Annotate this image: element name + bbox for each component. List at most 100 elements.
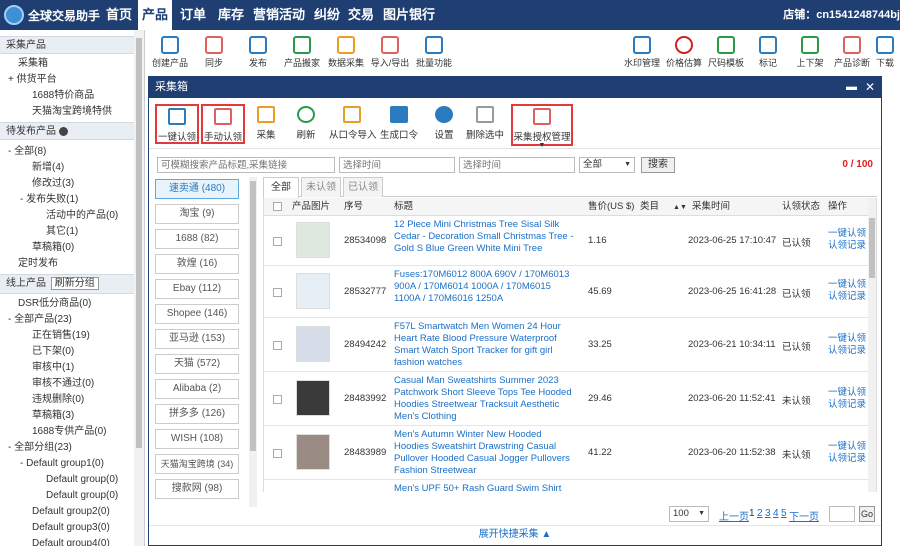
expand-quick-collect[interactable]: 展开快捷采集 ▲ xyxy=(149,525,881,545)
nav-image-bank[interactable]: 图片银行 xyxy=(380,0,438,30)
table-scrollbar[interactable] xyxy=(868,198,876,492)
bg-tool-size[interactable]: 尺码模板 xyxy=(706,36,746,69)
nav-orders[interactable]: 订单 xyxy=(176,0,210,30)
product-thumbnail[interactable] xyxy=(296,222,330,258)
bg-tool-price[interactable]: 价格估算 xyxy=(664,36,704,69)
sidebar-item-group-a[interactable]: Default group(0) xyxy=(0,472,135,488)
sidebar-item-all-groups[interactable]: - 全部分组(23) xyxy=(0,440,135,456)
sidebar-item-1688[interactable]: 1688特价商品 xyxy=(0,88,135,104)
row-title-link[interactable]: F57L Smartwatch Men Women 24 Hour Heart … xyxy=(394,321,576,369)
collect-auth-button[interactable]: 采集授权管理 ▼ xyxy=(511,104,573,149)
sidebar-item-draft[interactable]: 草稿箱(0) xyxy=(0,240,135,256)
bg-tool-import[interactable]: 导入/导出 xyxy=(370,36,410,69)
start-date-input[interactable] xyxy=(339,157,455,173)
platform-amazon[interactable]: 亚马逊 (153) xyxy=(155,329,239,349)
row-checkbox[interactable] xyxy=(273,449,282,458)
sidebar-item-group1[interactable]: - Default group1(0) xyxy=(0,456,135,472)
sidebar-item-collect-box[interactable]: 采集箱 xyxy=(0,56,135,72)
bg-tool-create[interactable]: 创建产品 xyxy=(150,36,190,69)
row-checkbox[interactable] xyxy=(273,341,282,350)
platform-dhgate[interactable]: 敦煌 (16) xyxy=(155,254,239,274)
bg-tool-data[interactable]: 数据采集 xyxy=(326,36,366,69)
settings-button[interactable]: 设置 xyxy=(427,104,461,144)
platform-soukuan[interactable]: 搜款网 (98) xyxy=(155,479,239,499)
page-4[interactable]: 4 xyxy=(773,508,779,519)
sidebar-item-review[interactable]: 审核中(1) xyxy=(0,360,135,376)
sidebar-item-group4[interactable]: Default group4(0) xyxy=(0,536,135,546)
platform-scroll-thumb[interactable] xyxy=(250,181,256,451)
sidebar-item-all[interactable]: - 全部(8) xyxy=(0,144,135,160)
nav-marketing[interactable]: 营销活动 xyxy=(250,0,308,30)
platform-pinduoduo[interactable]: 拼多多 (126) xyxy=(155,404,239,424)
page-2[interactable]: 2 xyxy=(757,508,763,519)
product-thumbnail[interactable] xyxy=(296,380,330,416)
bg-tool-batch[interactable]: 批量功能 xyxy=(414,36,454,69)
bg-tool-watermark[interactable]: 水印管理 xyxy=(622,36,662,69)
row-checkbox[interactable] xyxy=(273,237,282,246)
page-size-select[interactable]: 100 ▼ xyxy=(669,506,709,522)
end-date-input[interactable] xyxy=(459,157,575,173)
tab-all[interactable]: 全部 xyxy=(263,177,299,198)
row-claim-link[interactable]: 一键认领 xyxy=(828,441,866,453)
sidebar-item-rejected[interactable]: 审核不通过(0) xyxy=(0,376,135,392)
minimize-icon[interactable]: ▬ xyxy=(846,77,857,98)
page-5[interactable]: 5 xyxy=(781,508,787,519)
platform-taobao[interactable]: 淘宝 (9) xyxy=(155,204,239,224)
nav-home[interactable]: 首页 xyxy=(102,0,136,30)
go-button[interactable]: Go xyxy=(859,506,875,522)
import-command-button[interactable]: 从口令导入 xyxy=(329,104,377,144)
platform-tmall[interactable]: 天猫 (572) xyxy=(155,354,239,374)
product-thumbnail[interactable] xyxy=(296,434,330,470)
tab-unclaimed[interactable]: 未认领 xyxy=(301,177,341,197)
sidebar-scroll-thumb[interactable] xyxy=(136,38,142,448)
nav-trade[interactable]: 交易 xyxy=(344,0,378,30)
platform-1688[interactable]: 1688 (82) xyxy=(155,229,239,249)
row-title-link[interactable]: 12 Piece Mini Christmas Tree Sisal Silk … xyxy=(394,219,576,255)
tab-claimed[interactable]: 已认领 xyxy=(343,177,383,197)
row-claim-link[interactable]: 一键认领 xyxy=(828,228,866,240)
collect-button[interactable]: 采集 xyxy=(249,104,283,144)
sidebar-item-group2[interactable]: Default group2(0) xyxy=(0,504,135,520)
row-checkbox[interactable] xyxy=(273,288,282,297)
sidebar-item-new[interactable]: 新增(4) xyxy=(0,160,135,176)
sidebar-item-group-b[interactable]: Default group(0) xyxy=(0,488,135,504)
select-all-checkbox[interactable] xyxy=(273,202,282,211)
row-checkbox[interactable] xyxy=(273,395,282,404)
sidebar-item-deleted[interactable]: 违规删除(0) xyxy=(0,392,135,408)
platform-ebay[interactable]: Ebay (112) xyxy=(155,279,239,299)
sidebar-item-modified[interactable]: 修改过(3) xyxy=(0,176,135,192)
status-select[interactable]: 全部 ▼ xyxy=(579,157,635,173)
sidebar-item-dsr[interactable]: DSR低分商品(0) xyxy=(0,296,135,312)
bg-tool-publish[interactable]: 发布 xyxy=(238,36,278,69)
row-claim-record-link[interactable]: 认领记录 xyxy=(828,240,866,252)
product-thumbnail[interactable] xyxy=(296,326,330,362)
next-page-link[interactable]: 下一页 xyxy=(789,508,819,523)
sidebar-item-group3[interactable]: Default group3(0) xyxy=(0,520,135,536)
product-thumbnail[interactable] xyxy=(296,273,330,309)
search-input[interactable] xyxy=(157,157,335,173)
platform-wish[interactable]: WISH (108) xyxy=(155,429,239,449)
bg-tool-shelf[interactable]: 上下架 xyxy=(790,36,830,69)
sidebar-item-other[interactable]: 其它(1) xyxy=(0,224,135,240)
sidebar-item-all-products[interactable]: - 全部产品(23) xyxy=(0,312,135,328)
row-title-link[interactable]: Men's Autumn Winter New Hooded Hoodies S… xyxy=(394,429,576,477)
close-icon[interactable]: ✕ xyxy=(865,77,875,98)
row-title-link[interactable]: Casual Man Sweatshirts Summer 2023 Patch… xyxy=(394,375,576,423)
row-title-link[interactable]: Men's UPF 50+ Rash Guard Swim Shirt xyxy=(394,483,576,492)
page-3[interactable]: 3 xyxy=(765,508,771,519)
row-claim-record-link[interactable]: 认领记录 xyxy=(828,399,866,411)
one-click-claim-button[interactable]: 一键认领 xyxy=(155,104,199,144)
platform-aliexpress[interactable]: 速卖通 (480) xyxy=(155,179,239,199)
refresh-button[interactable]: 刷新 xyxy=(289,104,323,144)
bg-tool-sync[interactable]: 同步 xyxy=(194,36,234,69)
bg-tool-move[interactable]: 产品搬家 xyxy=(282,36,322,69)
nav-inventory[interactable]: 库存 xyxy=(214,0,248,30)
refresh-group-button[interactable]: 刷新分组 xyxy=(50,277,99,290)
manual-claim-button[interactable]: 手动认领 xyxy=(201,104,245,144)
row-claim-record-link[interactable]: 认领记录 xyxy=(828,345,866,357)
generate-command-button[interactable]: 生成口令 xyxy=(379,104,419,144)
page-jump-input[interactable] xyxy=(829,506,855,522)
sidebar-item-failed[interactable]: - 发布失败(1) xyxy=(0,192,135,208)
bg-tool-download[interactable]: 下载 xyxy=(870,36,900,69)
row-claim-link[interactable]: 一键认领 xyxy=(828,387,866,399)
